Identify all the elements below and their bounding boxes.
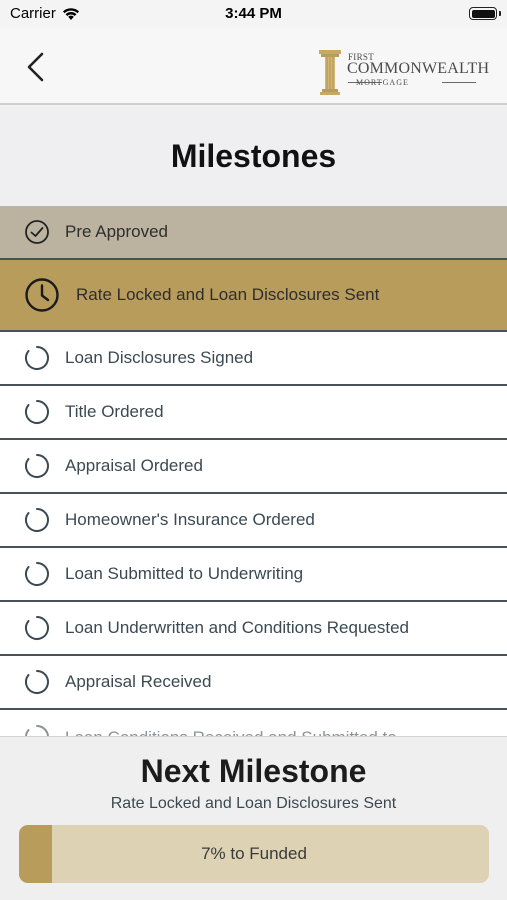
- chevron-left-icon: [27, 52, 44, 82]
- funding-progress-bar: 7% to Funded: [19, 825, 489, 883]
- check-circle-icon: [25, 220, 49, 244]
- clock-icon: [25, 278, 59, 312]
- next-milestone-name: Rate Locked and Loan Disclosures Sent: [110, 795, 397, 812]
- milestone-row[interactable]: Appraisal Ordered: [0, 440, 507, 494]
- progress-ring-icon: [25, 454, 49, 478]
- milestone-row[interactable]: Loan Disclosures Signed: [0, 332, 507, 386]
- milestone-row[interactable]: Loan Conditions Received and Submitted t…: [0, 710, 507, 736]
- milestone-row[interactable]: Appraisal Received: [0, 656, 507, 710]
- navigation-bar: FIRST COMMONWEALTH MORTGAGE: [0, 28, 507, 105]
- milestone-label: Loan Underwritten and Conditions Request…: [65, 618, 410, 637]
- next-milestone-panel: Next Milestone Rate Locked and Loan Disc…: [0, 736, 507, 900]
- progress-ring-icon: [25, 508, 49, 532]
- milestone-label: Title Ordered: [65, 402, 164, 421]
- milestone-row[interactable]: Pre Approved: [0, 206, 507, 260]
- next-milestone-title: Next Milestone: [140, 753, 367, 789]
- progress-ring-icon: [25, 725, 49, 736]
- milestone-label: Rate Locked and Loan Disclosures Sent: [76, 285, 380, 304]
- status-time: 3:44 PM: [225, 5, 282, 22]
- logo-line-3: MORTGAGE: [356, 78, 409, 87]
- milestone-label: Loan Disclosures Signed: [65, 348, 254, 367]
- progress-ring-icon: [25, 400, 49, 424]
- column-logo-icon: [319, 50, 341, 95]
- battery-icon: [469, 7, 501, 20]
- status-bar: Carrier 3:44 PM: [0, 0, 507, 28]
- progress-ring-icon: [25, 670, 49, 694]
- milestone-row[interactable]: Loan Underwritten and Conditions Request…: [0, 602, 507, 656]
- milestone-label: Loan Submitted to Underwriting: [65, 564, 304, 583]
- progress-ring-icon: [25, 562, 49, 586]
- logo-line-2: COMMONWEALTH: [347, 60, 490, 77]
- progress-ring-icon: [25, 346, 49, 370]
- title-area: Milestones: [0, 107, 507, 206]
- progress-ring-icon: [25, 616, 49, 640]
- milestone-label: Appraisal Received: [65, 672, 212, 691]
- milestone-list[interactable]: Pre Approved Rate Locked and Loan Disclo…: [0, 206, 507, 736]
- page-title: Milestones: [170, 138, 337, 174]
- company-logo: FIRST COMMONWEALTH MORTGAGE: [318, 48, 489, 96]
- progress-label: 7% to Funded: [201, 844, 307, 863]
- milestone-row-current[interactable]: Rate Locked and Loan Disclosures Sent: [0, 260, 507, 332]
- milestone-label: Homeowner's Insurance Ordered: [65, 510, 315, 529]
- back-button[interactable]: [20, 48, 54, 86]
- milestone-row[interactable]: Title Ordered: [0, 386, 507, 440]
- milestone-label: Loan Conditions Received and Submitted t…: [65, 728, 397, 736]
- milestone-row[interactable]: Loan Submitted to Underwriting: [0, 548, 507, 602]
- milestone-label: Appraisal Ordered: [65, 456, 203, 475]
- milestone-row[interactable]: Homeowner's Insurance Ordered: [0, 494, 507, 548]
- milestone-label: Pre Approved: [65, 222, 169, 241]
